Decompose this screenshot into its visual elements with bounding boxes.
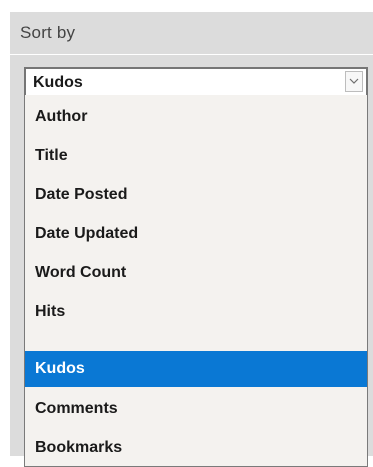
sort-by-label: Sort by bbox=[20, 23, 76, 42]
sort-option-date-posted[interactable]: Date Posted bbox=[25, 177, 367, 213]
sort-option-bookmarks[interactable]: Bookmarks bbox=[25, 430, 367, 466]
chevron-down-icon[interactable] bbox=[345, 71, 363, 92]
sort-option-comments[interactable]: Comments bbox=[25, 391, 367, 427]
divider bbox=[10, 54, 373, 55]
sort-options-list: Author Title Date Posted Date Updated Wo… bbox=[24, 95, 368, 467]
sort-by-selected-value: Kudos bbox=[33, 74, 83, 91]
sort-option-author[interactable]: Author bbox=[25, 99, 367, 135]
sort-option-date-updated[interactable]: Date Updated bbox=[25, 216, 367, 252]
sort-option-title[interactable]: Title bbox=[25, 138, 367, 174]
sort-option-kudos[interactable]: Kudos bbox=[25, 351, 367, 387]
sort-panel: Sort by Kudos Author Title Date Posted D… bbox=[10, 12, 373, 467]
sort-option-word-count[interactable]: Word Count bbox=[25, 255, 367, 291]
sort-option-hits[interactable]: Hits bbox=[25, 294, 367, 330]
sort-by-select[interactable]: Kudos bbox=[24, 67, 368, 96]
